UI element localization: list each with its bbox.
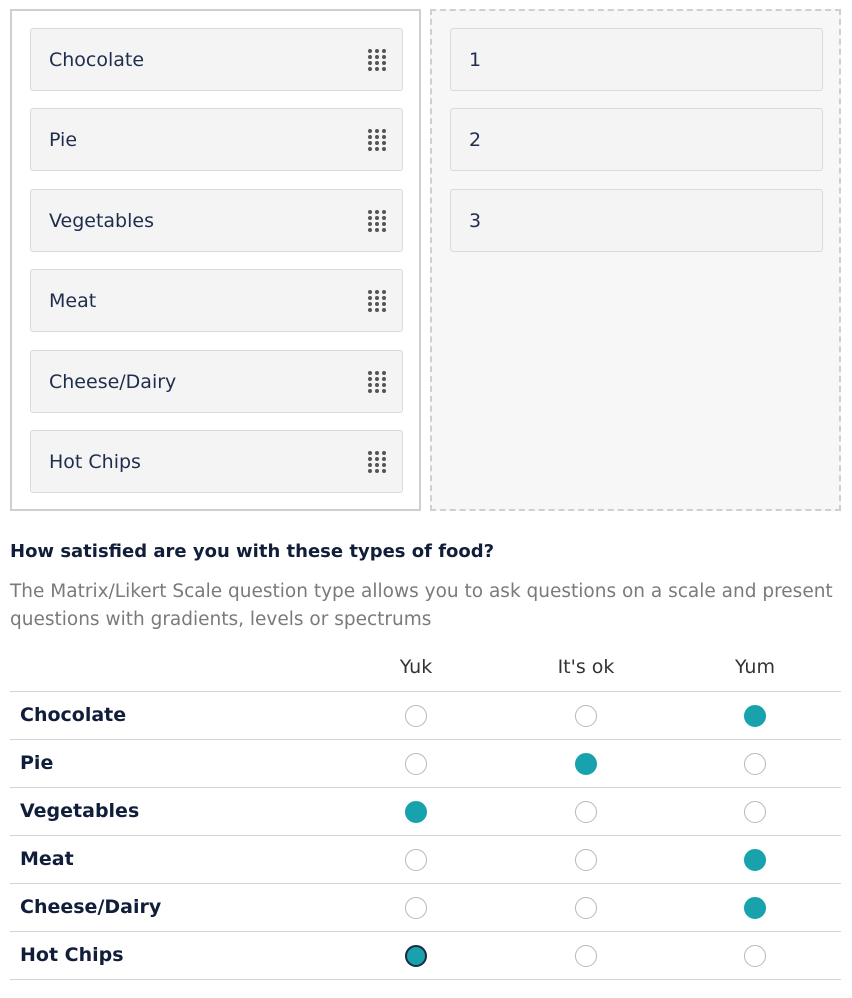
likert-matrix: Yuk It's ok Yum Chocolate Pie Vegetables Me… (10, 644, 841, 980)
question-description: The Matrix/Likert Scale question type al… (10, 581, 833, 630)
ranking-source-list: Chocolate Pie Vegetables Meat Cheese/Dai… (10, 9, 421, 511)
radio-it-s-ok[interactable] (575, 897, 597, 919)
drag-handle-icon[interactable] (368, 370, 386, 393)
matrix-row-pie: Pie (10, 740, 841, 788)
radio-yuk[interactable] (405, 897, 427, 919)
radio-yum[interactable] (744, 705, 766, 727)
rank-slot-number: 1 (469, 48, 482, 71)
rank-item-label: Vegetables (49, 209, 154, 232)
column-header-yuk: Yuk (399, 656, 433, 678)
rank-item-label: Hot Chips (49, 450, 141, 473)
drag-handle-icon[interactable] (368, 450, 386, 473)
matrix-row-label: Pie (20, 752, 54, 774)
rank-slot-1[interactable]: 1 (450, 28, 823, 91)
matrix-header-row: Yuk It's ok Yum (10, 644, 841, 692)
matrix-row-hot-chips: Hot Chips (10, 932, 841, 980)
rank-item-label: Pie (49, 128, 78, 151)
radio-yum[interactable] (744, 801, 766, 823)
drag-handle-icon[interactable] (368, 209, 386, 232)
matrix-row-label: Cheese/Dairy (20, 896, 162, 918)
radio-yum[interactable] (744, 753, 766, 775)
rank-item-hot-chips[interactable]: Hot Chips (30, 430, 403, 493)
radio-it-s-ok[interactable] (575, 849, 597, 871)
radio-yum[interactable] (744, 897, 766, 919)
ranking-drop-zone[interactable]: 1 2 3 (430, 9, 841, 511)
drag-handle-icon[interactable] (368, 128, 386, 151)
matrix-row-label: Meat (20, 848, 74, 870)
radio-yuk[interactable] (405, 801, 427, 823)
matrix-row-label: Chocolate (20, 704, 127, 726)
radio-yum[interactable] (744, 945, 766, 967)
radio-yuk[interactable] (405, 705, 427, 727)
column-header-yum: Yum (735, 656, 775, 678)
rank-slot-number: 3 (469, 209, 482, 232)
radio-yuk[interactable] (405, 945, 427, 967)
question-title: How satisfied are you with these types o… (10, 541, 495, 562)
drag-handle-icon[interactable] (368, 48, 386, 71)
radio-it-s-ok[interactable] (575, 753, 597, 775)
rank-item-cheese-dairy[interactable]: Cheese/Dairy (30, 350, 403, 413)
rank-item-chocolate[interactable]: Chocolate (30, 28, 403, 91)
radio-yum[interactable] (744, 849, 766, 871)
radio-yuk[interactable] (405, 753, 427, 775)
matrix-row-label: Vegetables (20, 800, 140, 822)
radio-yuk[interactable] (405, 849, 427, 871)
matrix-row-chocolate: Chocolate (10, 692, 841, 740)
rank-slot-2[interactable]: 2 (450, 108, 823, 171)
rank-slot-number: 2 (469, 128, 482, 151)
rank-item-label: Meat (49, 289, 97, 312)
matrix-row-label: Hot Chips (20, 944, 124, 966)
rank-item-pie[interactable]: Pie (30, 108, 403, 171)
rank-item-meat[interactable]: Meat (30, 269, 403, 332)
drag-handle-icon[interactable] (368, 289, 386, 312)
rank-item-vegetables[interactable]: Vegetables (30, 189, 403, 252)
radio-it-s-ok[interactable] (575, 945, 597, 967)
column-header-its-ok: It's ok (557, 656, 615, 678)
matrix-row-vegetables: Vegetables (10, 788, 841, 836)
rank-slot-3[interactable]: 3 (450, 189, 823, 252)
matrix-row-cheese-dairy: Cheese/Dairy (10, 884, 841, 932)
matrix-row-meat: Meat (10, 836, 841, 884)
rank-item-label: Cheese/Dairy (49, 370, 177, 393)
radio-it-s-ok[interactable] (575, 801, 597, 823)
radio-it-s-ok[interactable] (575, 705, 597, 727)
rank-item-label: Chocolate (49, 48, 145, 71)
